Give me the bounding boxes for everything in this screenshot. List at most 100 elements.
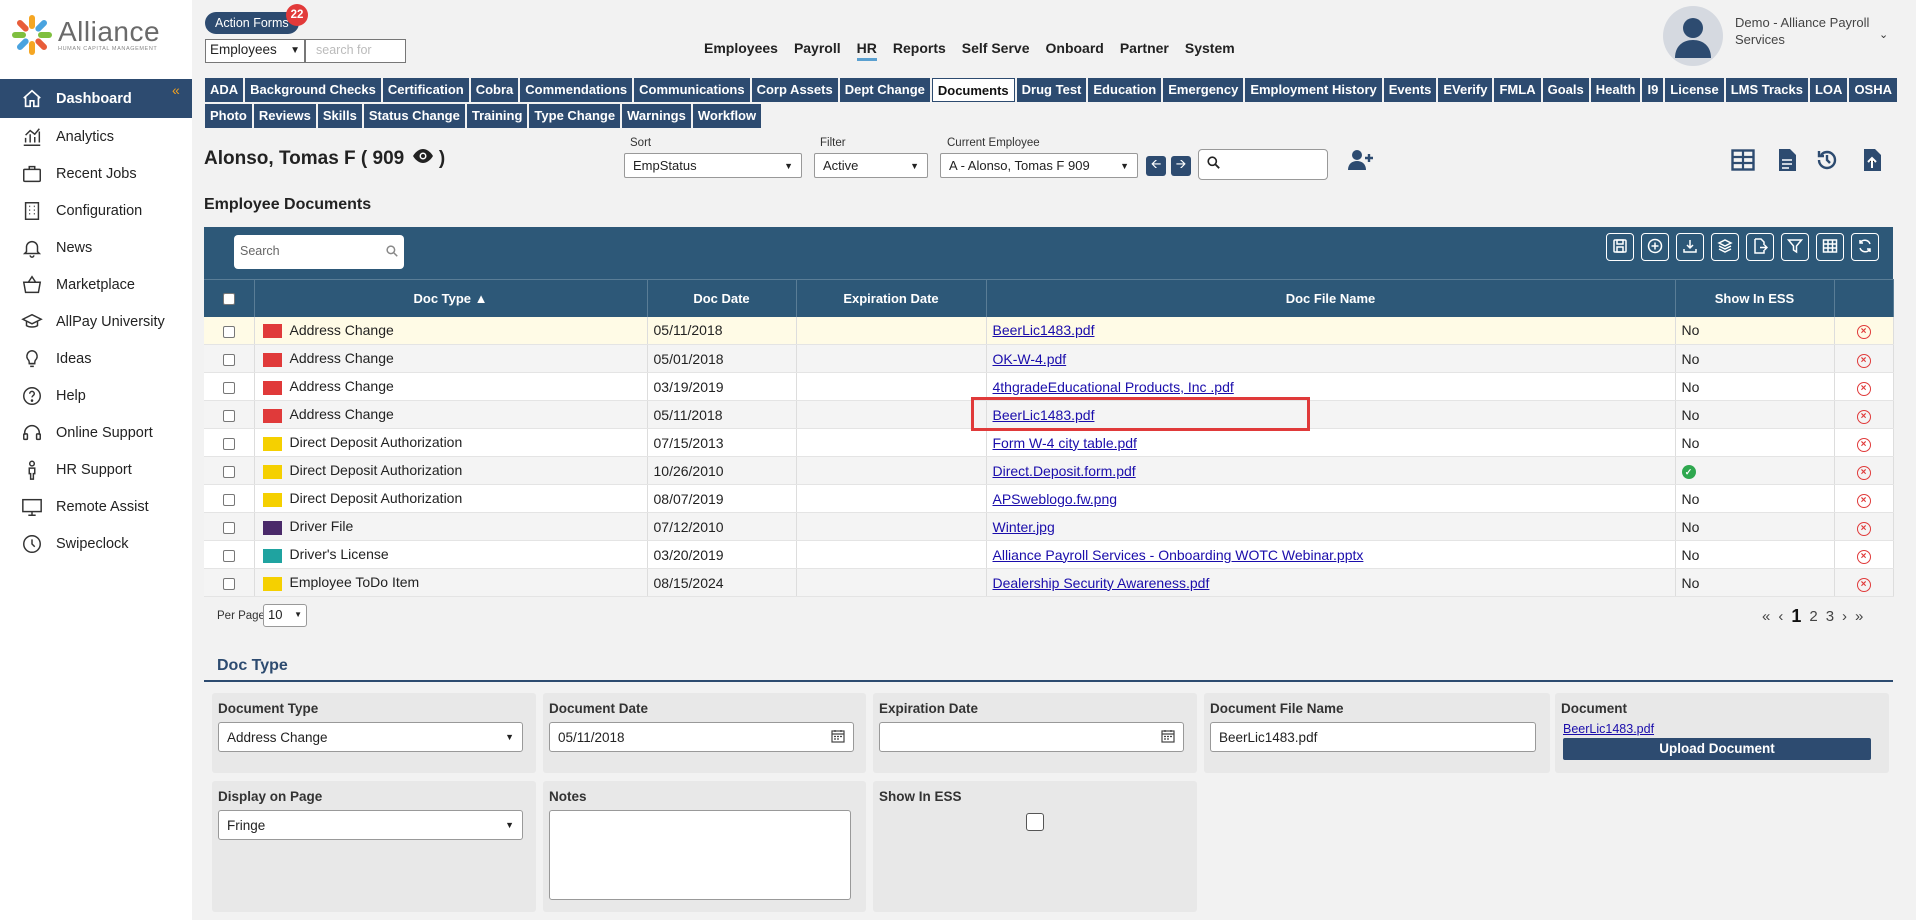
document-type-select[interactable]: Address Change ▼ [218, 722, 523, 752]
tab-license[interactable]: License [1665, 78, 1724, 102]
select-all-header[interactable] [204, 279, 255, 317]
tab-communications[interactable]: Communications [634, 78, 750, 102]
file-link[interactable]: Form W-4 city table.pdf [993, 435, 1137, 451]
file-link[interactable]: BeerLic1483.pdf [993, 322, 1095, 338]
sidebar-item-dashboard[interactable]: Dashboard [0, 79, 192, 118]
tab-status-change[interactable]: Status Change [363, 104, 465, 128]
tab-corp-assets[interactable]: Corp Assets [751, 78, 838, 102]
notes-textarea[interactable] [549, 810, 851, 900]
tab-i9[interactable]: I9 [1642, 78, 1664, 102]
calendar-icon[interactable] [1161, 729, 1175, 746]
sidebar-item-swipeclock[interactable]: Swipeclock [0, 525, 192, 562]
row-checkbox[interactable] [222, 325, 235, 338]
tab-dept-change[interactable]: Dept Change [839, 78, 930, 102]
tab-documents[interactable]: Documents [931, 78, 1015, 102]
refresh-button[interactable] [1851, 233, 1879, 261]
per-page-select[interactable]: 10 ▼ [263, 604, 307, 627]
table-row[interactable]: Driver File 07/12/2010 Winter.jpg No × [204, 512, 1894, 541]
file-link[interactable]: Direct.Deposit.form.pdf [993, 463, 1136, 479]
table-row[interactable]: Direct Deposit Authorization 10/26/2010 Di… [204, 456, 1894, 485]
nav-reports[interactable]: Reports [893, 40, 946, 61]
user-menu[interactable]: Demo - Alliance Payroll Services ⌄ [1663, 6, 1888, 66]
tab-workflow[interactable]: Workflow [692, 104, 762, 128]
file-link[interactable]: OK-W-4.pdf [993, 351, 1067, 367]
export-button[interactable] [1746, 233, 1774, 261]
sidebar-item-news[interactable]: News [0, 229, 192, 266]
column-header-show-in-ess[interactable]: Show In ESS [1675, 279, 1835, 317]
tab-skills[interactable]: Skills [317, 104, 362, 128]
sort-select[interactable]: EmpStatus ▼ [624, 153, 802, 178]
tab-fmla[interactable]: FMLA [1494, 78, 1541, 102]
tab-type-change[interactable]: Type Change [529, 104, 621, 128]
eye-icon[interactable] [412, 148, 434, 170]
file-link[interactable]: APSweblogo.fw.png [993, 491, 1118, 507]
delete-icon[interactable]: × [1856, 325, 1871, 340]
tab-drug-test[interactable]: Drug Test [1016, 78, 1087, 102]
delete-icon[interactable]: × [1856, 437, 1871, 452]
current-employee-select[interactable]: A - Alonso, Tomas F 909 ▼ [940, 153, 1138, 178]
grid-view-icon[interactable] [1729, 146, 1757, 174]
first-page-icon[interactable]: « [1762, 608, 1770, 625]
row-checkbox[interactable] [222, 465, 235, 478]
sidebar-item-allpay-university[interactable]: AllPay University [0, 303, 192, 340]
tab-commendations[interactable]: Commendations [520, 78, 633, 102]
row-checkbox[interactable] [222, 409, 235, 422]
document-icon[interactable] [1773, 146, 1801, 174]
sidebar-item-analytics[interactable]: Analytics [0, 118, 192, 155]
table-row[interactable]: Direct Deposit Authorization 08/07/2019 AP… [204, 484, 1894, 513]
page-2[interactable]: 2 [1809, 608, 1817, 625]
sidebar-item-recent-jobs[interactable]: Recent Jobs [0, 155, 192, 192]
table-row[interactable]: Address Change 05/11/2018 BeerLic1483.pdf N… [204, 316, 1894, 345]
scope-select[interactable]: Employees ▼ [205, 39, 305, 63]
layers-button[interactable] [1711, 233, 1739, 261]
select-all-checkbox[interactable] [222, 293, 235, 306]
nav-hr[interactable]: HR [856, 40, 877, 61]
save-layout-button[interactable] [1606, 233, 1634, 261]
nav-onboard[interactable]: Onboard [1046, 40, 1104, 61]
sidebar-item-configuration[interactable]: Configuration [0, 192, 192, 229]
tab-education[interactable]: Education [1088, 78, 1162, 102]
nav-payroll[interactable]: Payroll [794, 40, 841, 61]
delete-icon[interactable]: × [1856, 521, 1871, 536]
sidebar-item-online-support[interactable]: Online Support [0, 414, 192, 451]
file-link[interactable]: BeerLic1483.pdf [993, 407, 1095, 423]
nav-self-serve[interactable]: Self Serve [962, 40, 1030, 61]
table-row[interactable]: Driver's License 03/20/2019 Alliance Payro… [204, 540, 1894, 569]
nav-employees[interactable]: Employees [704, 40, 778, 61]
filter-button[interactable] [1781, 233, 1809, 261]
delete-icon[interactable]: × [1856, 381, 1871, 396]
nav-system[interactable]: System [1185, 40, 1235, 61]
employee-search-input[interactable] [1198, 149, 1328, 180]
column-header-doc-date[interactable]: Doc Date [647, 279, 797, 317]
last-page-icon[interactable]: » [1855, 608, 1863, 625]
delete-icon[interactable]: × [1856, 409, 1871, 424]
expiration-date-input[interactable] [879, 722, 1184, 752]
table-row[interactable]: Address Change 05/01/2018 OK-W-4.pdf No × [204, 344, 1894, 373]
file-name-input[interactable]: BeerLic1483.pdf [1210, 722, 1536, 752]
tab-everify[interactable]: EVerify [1438, 78, 1493, 102]
tab-lms-tracks[interactable]: LMS Tracks [1725, 78, 1808, 102]
columns-button[interactable] [1816, 233, 1844, 261]
show-in-ess-checkbox[interactable] [1026, 813, 1044, 831]
tab-emergency[interactable]: Emergency [1163, 78, 1244, 102]
tab-reviews[interactable]: Reviews [253, 104, 316, 128]
document-date-input[interactable]: 05/11/2018 [549, 722, 854, 752]
tab-osha[interactable]: OSHA [1849, 78, 1897, 102]
table-row[interactable]: Address Change 05/11/2018 BeerLic1483.pdf N… [204, 400, 1894, 429]
page-3[interactable]: 3 [1826, 608, 1834, 625]
tab-training[interactable]: Training [466, 104, 528, 128]
sidebar-item-marketplace[interactable]: Marketplace [0, 266, 192, 303]
row-checkbox[interactable] [222, 381, 235, 394]
add-record-button[interactable] [1641, 233, 1669, 261]
column-header-doc-file-name[interactable]: Doc File Name [986, 279, 1676, 317]
row-checkbox[interactable] [222, 549, 235, 562]
tab-warnings[interactable]: Warnings [622, 104, 691, 128]
import-button[interactable] [1676, 233, 1704, 261]
column-header-doc-type[interactable]: Doc Type ▲ [254, 279, 648, 317]
tab-goals[interactable]: Goals [1542, 78, 1589, 102]
delete-icon[interactable]: × [1856, 549, 1871, 564]
table-row[interactable]: Direct Deposit Authorization 07/15/2013 Fo… [204, 428, 1894, 457]
tab-employment-history[interactable]: Employment History [1245, 78, 1382, 102]
sidebar-item-remote-assist[interactable]: Remote Assist [0, 488, 192, 525]
tab-health[interactable]: Health [1590, 78, 1641, 102]
